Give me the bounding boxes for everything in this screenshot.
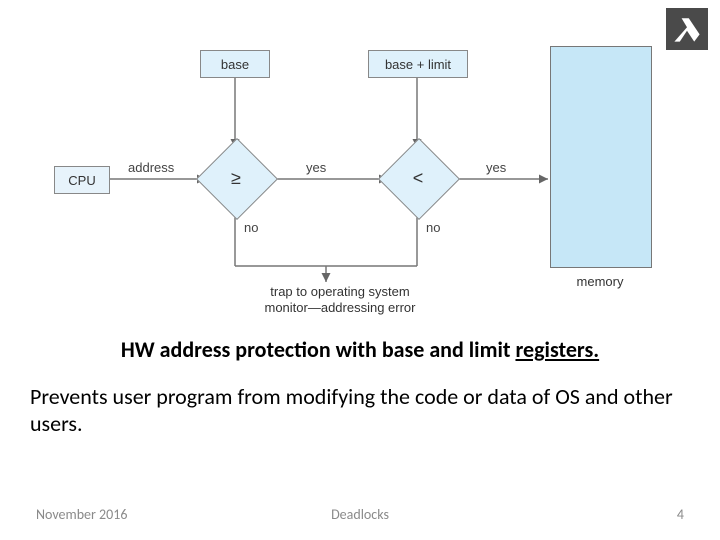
trap-line-2: monitor—addressing error — [210, 300, 470, 316]
memory-label: memory — [550, 274, 650, 289]
cpu-box: CPU — [54, 166, 110, 194]
ge-symbol: ≥ — [208, 150, 264, 206]
cpu-label: CPU — [68, 173, 95, 188]
base-plus-limit-label: base + limit — [385, 57, 451, 72]
base-register-box: base — [200, 50, 270, 78]
aleph-icon — [669, 11, 705, 47]
lt-symbol: < — [390, 150, 446, 206]
slide-paragraph: Prevents user program from modifying the… — [30, 384, 690, 438]
comparator-lt: < — [390, 150, 446, 206]
trap-line-1: trap to operating system — [210, 284, 470, 300]
title-underlined: registers. — [515, 336, 599, 363]
label-yes-1: yes — [306, 160, 326, 175]
label-address: address — [128, 160, 174, 175]
base-label: base — [221, 57, 249, 72]
hw-address-protection-diagram: CPU base base + limit memory ≥ < address… — [50, 50, 670, 320]
base-plus-limit-box: base + limit — [368, 50, 468, 78]
slide-title: HW address protection with base and limi… — [0, 336, 720, 363]
comparator-ge: ≥ — [208, 150, 264, 206]
title-prefix: HW address protection with base and limi… — [121, 336, 516, 363]
label-no-1: no — [244, 220, 258, 235]
memory-box — [550, 46, 652, 268]
technion-logo — [666, 8, 708, 50]
footer-topic: Deadlocks — [0, 506, 720, 523]
trap-caption: trap to operating system monitor—address… — [210, 284, 470, 315]
label-no-2: no — [426, 220, 440, 235]
footer-page-number: 4 — [677, 506, 684, 523]
slide-footer: November 2016 Deadlocks 4 — [0, 506, 720, 526]
label-yes-2: yes — [486, 160, 506, 175]
